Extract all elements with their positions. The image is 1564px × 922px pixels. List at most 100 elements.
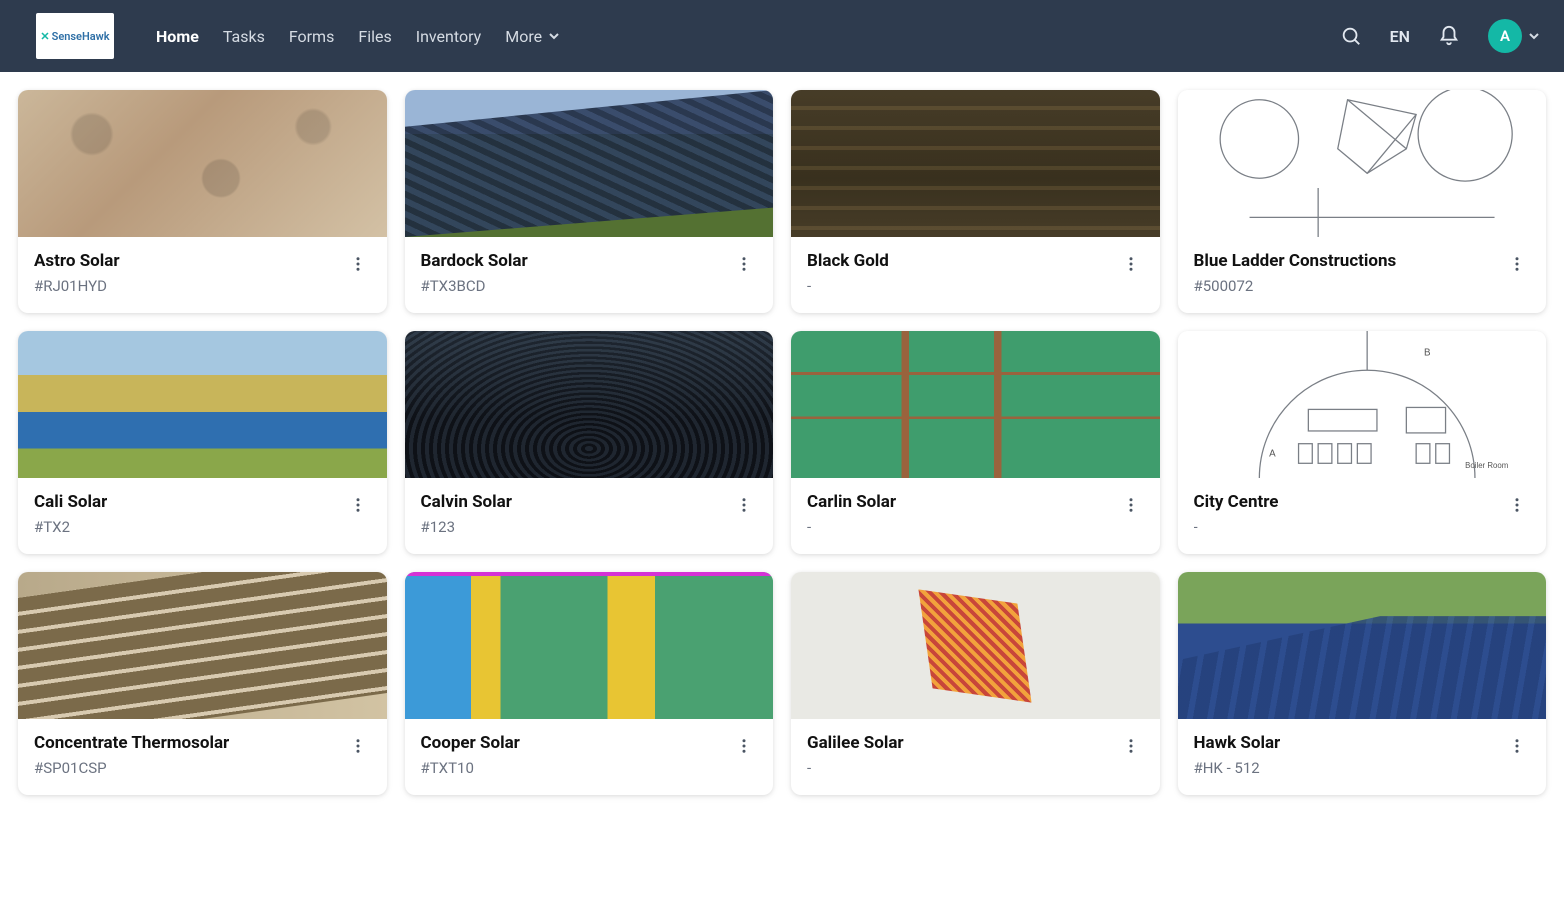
- nav-item-tasks[interactable]: Tasks: [223, 27, 265, 46]
- language-switcher[interactable]: EN: [1390, 27, 1410, 46]
- bell-icon: [1438, 25, 1460, 47]
- chevron-down-icon: [1528, 30, 1540, 42]
- asset-id: -: [807, 759, 904, 777]
- asset-card[interactable]: Cooper Solar #TXT10: [405, 572, 774, 795]
- asset-thumbnail: [18, 90, 387, 237]
- asset-card[interactable]: Calvin Solar #123: [405, 331, 774, 554]
- primary-nav: Home Tasks Forms Files Inventory More: [156, 27, 560, 46]
- asset-title: Concentrate Thermosolar: [34, 733, 229, 753]
- more-vertical-icon: [349, 496, 367, 514]
- asset-thumbnail: [405, 90, 774, 237]
- asset-card-body: Galilee Solar -: [791, 719, 1160, 795]
- card-more-button[interactable]: [731, 251, 757, 281]
- nav-label: Forms: [289, 27, 335, 46]
- asset-thumbnail: [791, 572, 1160, 719]
- asset-id: #123: [421, 518, 512, 536]
- asset-card-body: Concentrate Thermosolar #SP01CSP: [18, 719, 387, 795]
- nav-item-inventory[interactable]: Inventory: [416, 27, 482, 46]
- more-vertical-icon: [735, 496, 753, 514]
- more-vertical-icon: [735, 255, 753, 273]
- svg-text:B: B: [1423, 348, 1430, 359]
- more-vertical-icon: [1508, 255, 1526, 273]
- search-button[interactable]: [1340, 25, 1362, 47]
- asset-card-body: Carlin Solar -: [791, 478, 1160, 554]
- asset-title: Galilee Solar: [807, 733, 904, 753]
- asset-id: -: [807, 277, 889, 295]
- brand-logo-mark: ✕: [40, 30, 49, 43]
- more-vertical-icon: [1122, 496, 1140, 514]
- nav-item-forms[interactable]: Forms: [289, 27, 335, 46]
- asset-title: City Centre: [1194, 492, 1279, 512]
- asset-card-body: Bardock Solar#TX3BCD: [405, 237, 774, 313]
- nav-label: More: [505, 27, 542, 46]
- asset-thumbnail: [18, 572, 387, 719]
- svg-text:A: A: [1269, 448, 1276, 459]
- card-more-button[interactable]: [345, 733, 371, 763]
- asset-title: Cooper Solar: [421, 733, 520, 753]
- asset-card-body: Astro Solar #RJ01HYD: [18, 237, 387, 313]
- svg-text:Boiler Room: Boiler Room: [1465, 461, 1508, 470]
- asset-card[interactable]: Astro Solar #RJ01HYD: [18, 90, 387, 313]
- user-menu[interactable]: A: [1488, 19, 1540, 53]
- asset-id: #RJ01HYD: [34, 277, 120, 295]
- app-header: ✕SenseHawk Home Tasks Forms Files Invent…: [0, 0, 1564, 72]
- nav-label: Home: [156, 27, 199, 46]
- card-more-button[interactable]: [1118, 251, 1144, 281]
- asset-card-body: Blue Ladder Constructions #500072: [1178, 237, 1547, 313]
- card-more-button[interactable]: [1504, 251, 1530, 281]
- more-vertical-icon: [735, 737, 753, 755]
- avatar: A: [1488, 19, 1522, 53]
- asset-title: Astro Solar: [34, 251, 120, 271]
- card-more-button[interactable]: [731, 733, 757, 763]
- asset-card[interactable]: Bardock Solar#TX3BCD: [405, 90, 774, 313]
- card-more-button[interactable]: [1504, 733, 1530, 763]
- asset-card[interactable]: Blue Ladder Constructions #500072: [1178, 90, 1547, 313]
- asset-title: Cali Solar: [34, 492, 107, 512]
- asset-card[interactable]: A B Boiler Room City Centre-: [1178, 331, 1547, 554]
- nav-item-files[interactable]: Files: [358, 27, 391, 46]
- brand-logo-text: SenseHawk: [52, 30, 110, 43]
- card-more-button[interactable]: [345, 251, 371, 281]
- asset-id: #SP01CSP: [34, 759, 229, 777]
- notifications-button[interactable]: [1438, 25, 1460, 47]
- more-vertical-icon: [349, 737, 367, 755]
- card-more-button[interactable]: [345, 492, 371, 522]
- asset-thumbnail: [1178, 572, 1547, 719]
- asset-id: #TX3BCD: [421, 277, 528, 295]
- asset-id: -: [807, 518, 896, 536]
- asset-card[interactable]: Galilee Solar -: [791, 572, 1160, 795]
- asset-thumbnail: [1178, 90, 1547, 237]
- asset-grid: Astro Solar#RJ01HYDBardock Solar#TX3BCDB…: [0, 72, 1564, 835]
- asset-card-body: Cooper Solar #TXT10: [405, 719, 774, 795]
- asset-id: #TXT10: [421, 759, 520, 777]
- card-more-button[interactable]: [731, 492, 757, 522]
- more-vertical-icon: [1122, 255, 1140, 273]
- asset-card[interactable]: Cali Solar #TX2: [18, 331, 387, 554]
- card-more-button[interactable]: [1504, 492, 1530, 522]
- asset-card[interactable]: Concentrate Thermosolar #SP01CSP: [18, 572, 387, 795]
- more-vertical-icon: [1508, 496, 1526, 514]
- asset-card[interactable]: Black Gold -: [791, 90, 1160, 313]
- brand-logo[interactable]: ✕SenseHawk: [36, 13, 114, 59]
- asset-title: Black Gold: [807, 251, 889, 271]
- nav-item-home[interactable]: Home: [156, 27, 199, 46]
- card-more-button[interactable]: [1118, 733, 1144, 763]
- asset-thumbnail: A B Boiler Room: [1178, 331, 1547, 478]
- header-right: EN A: [1340, 19, 1540, 53]
- asset-card[interactable]: Carlin Solar -: [791, 331, 1160, 554]
- asset-card[interactable]: Hawk Solar#HK - 512: [1178, 572, 1547, 795]
- search-icon: [1340, 25, 1362, 47]
- card-more-button[interactable]: [1118, 492, 1144, 522]
- asset-card-body: Calvin Solar #123: [405, 478, 774, 554]
- asset-title: Hawk Solar: [1194, 733, 1281, 753]
- asset-thumbnail: [791, 90, 1160, 237]
- asset-title: Carlin Solar: [807, 492, 896, 512]
- nav-label: Tasks: [223, 27, 265, 46]
- asset-title: Blue Ladder Constructions: [1194, 251, 1397, 271]
- chevron-down-icon: [548, 30, 560, 42]
- nav-item-more[interactable]: More: [505, 27, 560, 46]
- asset-id: #TX2: [34, 518, 107, 536]
- asset-id: #500072: [1194, 277, 1397, 295]
- asset-title: Calvin Solar: [421, 492, 512, 512]
- asset-thumbnail: [405, 572, 774, 719]
